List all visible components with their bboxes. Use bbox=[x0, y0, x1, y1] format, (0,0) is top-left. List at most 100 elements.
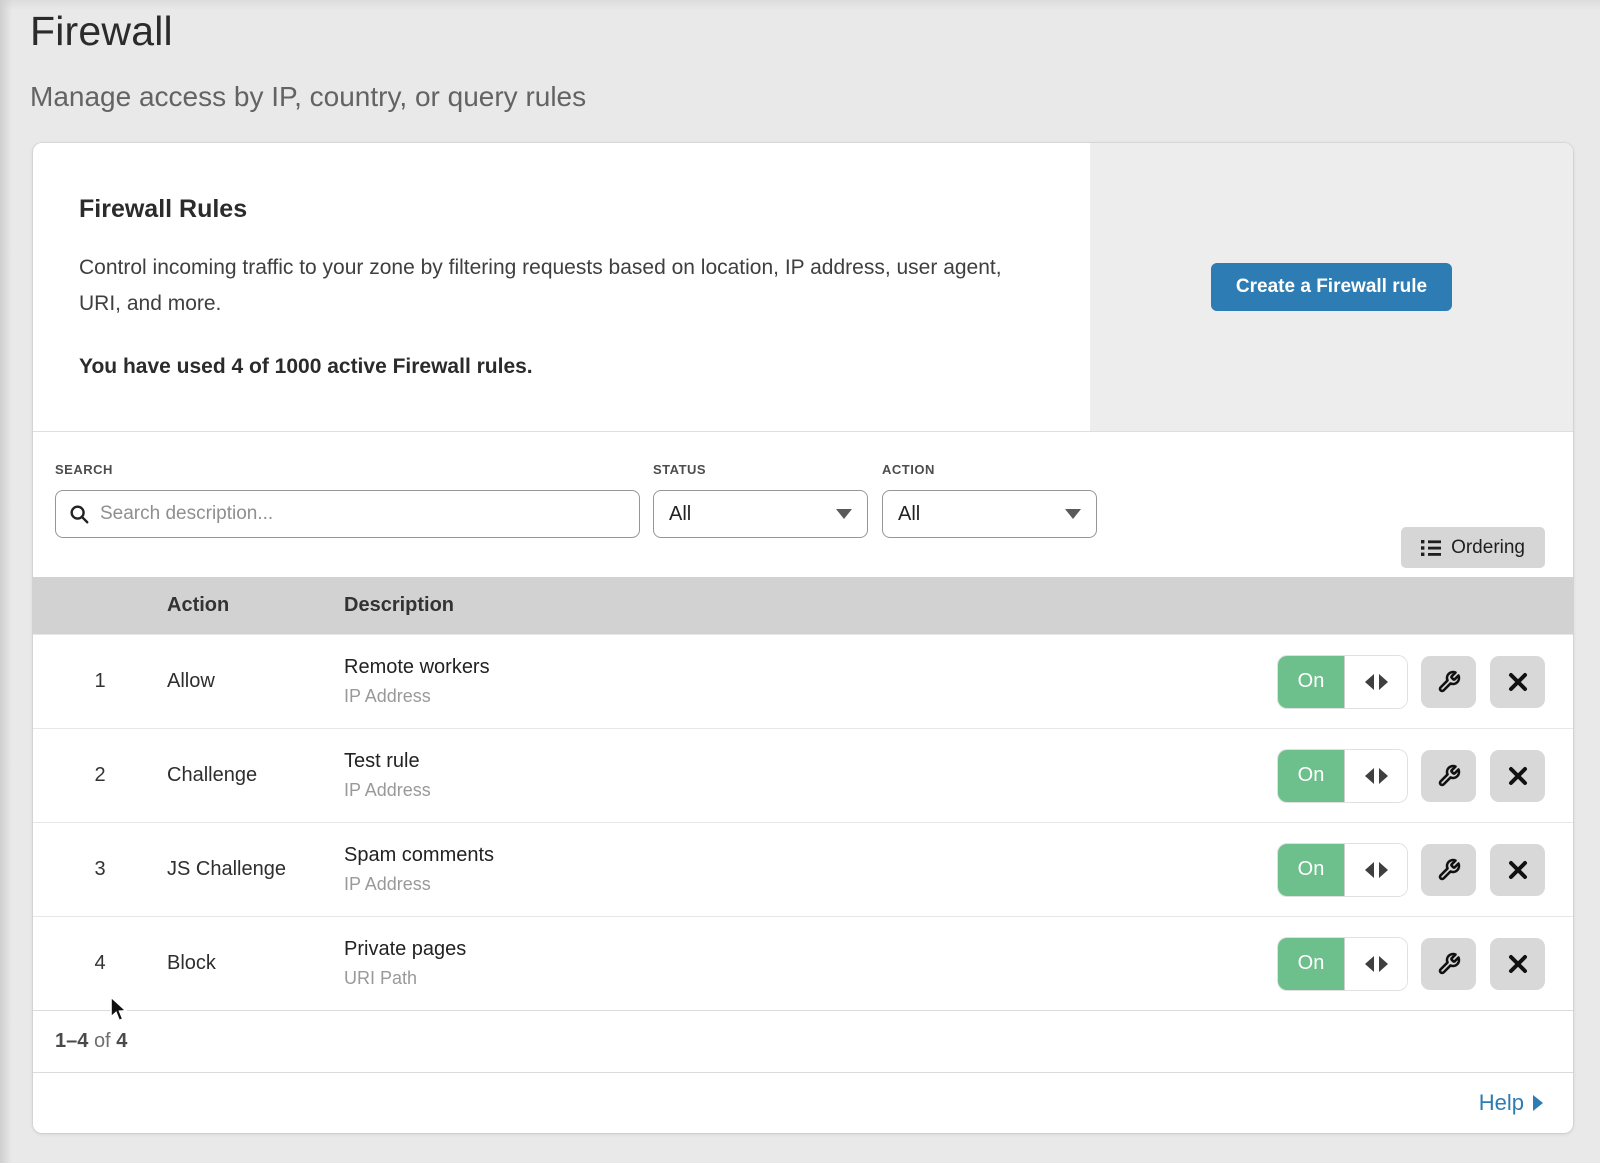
table-row: 3 JS Challenge Spam comments IP Address … bbox=[33, 822, 1573, 916]
search-box[interactable] bbox=[55, 490, 640, 538]
rule-enabled-toggle[interactable]: On bbox=[1278, 750, 1407, 802]
description-column-header: Description bbox=[344, 594, 1573, 617]
rule-match-type: IP Address bbox=[344, 686, 1278, 707]
toggle-state-label: On bbox=[1278, 844, 1344, 896]
wrench-icon bbox=[1437, 952, 1461, 976]
search-label: SEARCH bbox=[55, 462, 640, 477]
edit-rule-button[interactable] bbox=[1421, 938, 1476, 990]
firewall-rules-card: Firewall Rules Control incoming traffic … bbox=[33, 143, 1573, 1133]
rule-priority: 3 bbox=[33, 858, 167, 881]
rule-controls: On bbox=[1278, 750, 1545, 802]
delete-rule-button[interactable] bbox=[1490, 656, 1545, 708]
close-icon bbox=[1507, 765, 1529, 787]
spacer bbox=[640, 462, 653, 577]
table-row: 2 Challenge Test rule IP Address On bbox=[33, 728, 1573, 822]
rules-usage-count: You have used 4 of 1000 active Firewall … bbox=[79, 355, 1030, 379]
page-title: Firewall bbox=[30, 8, 1600, 55]
status-select[interactable]: All bbox=[653, 490, 868, 538]
ordering-button-label: Ordering bbox=[1451, 537, 1525, 559]
rule-description: Remote workers IP Address bbox=[344, 656, 1278, 707]
action-label: ACTION bbox=[882, 462, 1097, 477]
action-selected-value: All bbox=[898, 503, 920, 526]
action-column-header: Action bbox=[167, 594, 344, 617]
left-right-arrows-icon bbox=[1344, 844, 1407, 896]
ordered-list-icon bbox=[1421, 539, 1441, 557]
toggle-state-label: On bbox=[1278, 938, 1344, 990]
left-right-arrows-icon bbox=[1344, 938, 1407, 990]
action-select[interactable]: All bbox=[882, 490, 1097, 538]
status-selected-value: All bbox=[669, 503, 691, 526]
delete-rule-button[interactable] bbox=[1490, 750, 1545, 802]
left-right-arrows-icon bbox=[1344, 750, 1407, 802]
status-label: STATUS bbox=[653, 462, 868, 477]
rule-enabled-toggle[interactable]: On bbox=[1278, 938, 1407, 990]
wrench-icon bbox=[1437, 858, 1461, 882]
rule-match-type: IP Address bbox=[344, 874, 1278, 895]
caret-down-icon bbox=[836, 509, 852, 519]
table-row: 1 Allow Remote workers IP Address On bbox=[33, 634, 1573, 728]
edit-rule-button[interactable] bbox=[1421, 656, 1476, 708]
rule-match-type: URI Path bbox=[344, 968, 1278, 989]
status-filter-group: STATUS All bbox=[653, 462, 868, 577]
ordering-wrap: Ordering bbox=[1401, 462, 1545, 577]
rule-description-text: Private pages bbox=[344, 938, 1278, 961]
create-firewall-rule-button[interactable]: Create a Firewall rule bbox=[1211, 263, 1452, 311]
card-top-section: Firewall Rules Control incoming traffic … bbox=[33, 143, 1573, 432]
page-subtitle: Manage access by IP, country, or query r… bbox=[30, 81, 1600, 113]
pagination-range: 1–4 bbox=[55, 1030, 88, 1053]
rule-controls: On bbox=[1278, 844, 1545, 896]
rule-match-type: IP Address bbox=[344, 780, 1278, 801]
pagination-total: 4 bbox=[116, 1030, 127, 1053]
rule-description-text: Remote workers bbox=[344, 656, 1278, 679]
toggle-state-label: On bbox=[1278, 750, 1344, 802]
close-icon bbox=[1507, 953, 1529, 975]
rule-description: Test rule IP Address bbox=[344, 750, 1278, 801]
delete-rule-button[interactable] bbox=[1490, 844, 1545, 896]
rule-action: Challenge bbox=[167, 764, 344, 787]
edit-rule-button[interactable] bbox=[1421, 844, 1476, 896]
page-header: Firewall Manage access by IP, country, o… bbox=[0, 0, 1600, 113]
search-input[interactable] bbox=[100, 503, 627, 525]
rule-action: JS Challenge bbox=[167, 858, 344, 881]
rule-priority: 1 bbox=[33, 670, 167, 693]
create-rule-panel: Create a Firewall rule bbox=[1090, 143, 1573, 431]
rules-description: Control incoming traffic to your zone by… bbox=[79, 250, 1030, 322]
filters-bar: SEARCH STATUS All ACTION All bbox=[33, 432, 1573, 577]
edit-rule-button[interactable] bbox=[1421, 750, 1476, 802]
rule-action: Allow bbox=[167, 670, 344, 693]
spacer bbox=[868, 462, 882, 577]
help-link-label: Help bbox=[1479, 1090, 1524, 1116]
rule-enabled-toggle[interactable]: On bbox=[1278, 656, 1407, 708]
table-row: 4 Block Private pages URI Path On bbox=[33, 916, 1573, 1010]
pagination: 1–4 of 4 bbox=[33, 1010, 1573, 1072]
rule-description-text: Test rule bbox=[344, 750, 1278, 773]
left-right-arrows-icon bbox=[1344, 656, 1407, 708]
close-icon bbox=[1507, 671, 1529, 693]
rules-heading: Firewall Rules bbox=[79, 195, 1030, 224]
caret-down-icon bbox=[1065, 509, 1081, 519]
rules-intro: Firewall Rules Control incoming traffic … bbox=[33, 143, 1090, 431]
search-icon bbox=[68, 503, 90, 525]
action-filter-group: ACTION All bbox=[882, 462, 1097, 577]
wrench-icon bbox=[1437, 764, 1461, 788]
wrench-icon bbox=[1437, 670, 1461, 694]
search-filter-group: SEARCH bbox=[55, 462, 640, 577]
rule-controls: On bbox=[1278, 656, 1545, 708]
rule-description-text: Spam comments bbox=[344, 844, 1278, 867]
rule-description: Spam comments IP Address bbox=[344, 844, 1278, 895]
rule-priority: 4 bbox=[33, 952, 167, 975]
table-header: Action Description bbox=[33, 577, 1573, 634]
rule-description: Private pages URI Path bbox=[344, 938, 1278, 989]
arrow-right-icon bbox=[1533, 1095, 1543, 1111]
rule-action: Block bbox=[167, 952, 344, 975]
card-footer: Help bbox=[33, 1072, 1573, 1133]
pagination-of: of bbox=[94, 1030, 111, 1053]
toggle-state-label: On bbox=[1278, 656, 1344, 708]
ordering-button[interactable]: Ordering bbox=[1401, 527, 1545, 568]
close-icon bbox=[1507, 859, 1529, 881]
help-link[interactable]: Help bbox=[1479, 1090, 1543, 1116]
rule-priority: 2 bbox=[33, 764, 167, 787]
rule-enabled-toggle[interactable]: On bbox=[1278, 844, 1407, 896]
delete-rule-button[interactable] bbox=[1490, 938, 1545, 990]
rule-controls: On bbox=[1278, 938, 1545, 990]
